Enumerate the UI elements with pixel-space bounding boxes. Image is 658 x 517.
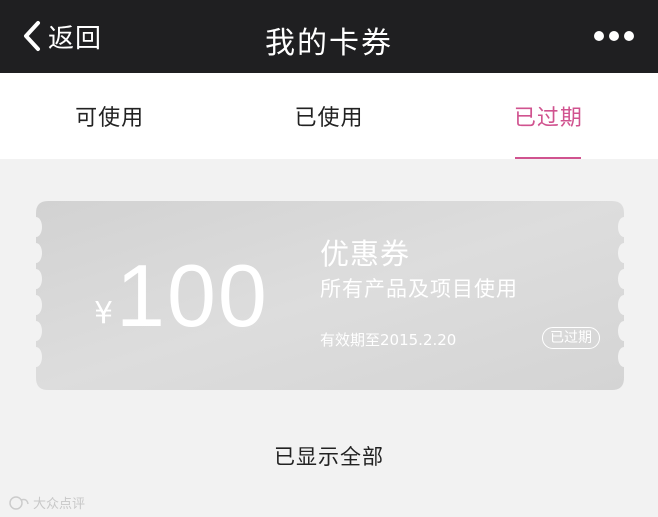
coupon-title: 优惠券 [320, 237, 411, 271]
tab-used[interactable]: 已使用 [219, 73, 438, 159]
coupon-validity: 有效期至2015.2.20 [320, 331, 457, 349]
coupon-tabs: 可使用 已使用 已过期 [0, 73, 658, 159]
status-badge: 已过期 [542, 327, 600, 349]
coupon-description: 所有产品及项目使用 [320, 277, 518, 301]
tab-expired[interactable]: 已过期 [439, 73, 658, 159]
coupon-amount: 100 [116, 246, 269, 345]
list-end-text: 已显示全部 [274, 445, 384, 469]
currency-symbol: ¥ [94, 296, 114, 331]
watermark-logo-icon [9, 495, 29, 510]
tab-available[interactable]: 可使用 [0, 73, 219, 159]
more-button[interactable] [594, 22, 634, 50]
more-dots-icon [624, 31, 634, 41]
watermark-text: 大众点评 [33, 497, 86, 512]
top-nav-bar: 返回 我的卡券 [0, 0, 658, 73]
back-label: 返回 [48, 23, 103, 54]
more-dots-icon [594, 31, 604, 41]
watermark: 大众点评 [8, 493, 85, 512]
chevron-left-icon [24, 21, 40, 51]
more-dots-icon [609, 31, 619, 41]
back-button[interactable]: 返回 [22, 18, 102, 54]
coupon-card[interactable]: ¥ 100 优惠券 所有产品及项目使用 有效期至2015.2.20 已过期 [36, 201, 624, 390]
